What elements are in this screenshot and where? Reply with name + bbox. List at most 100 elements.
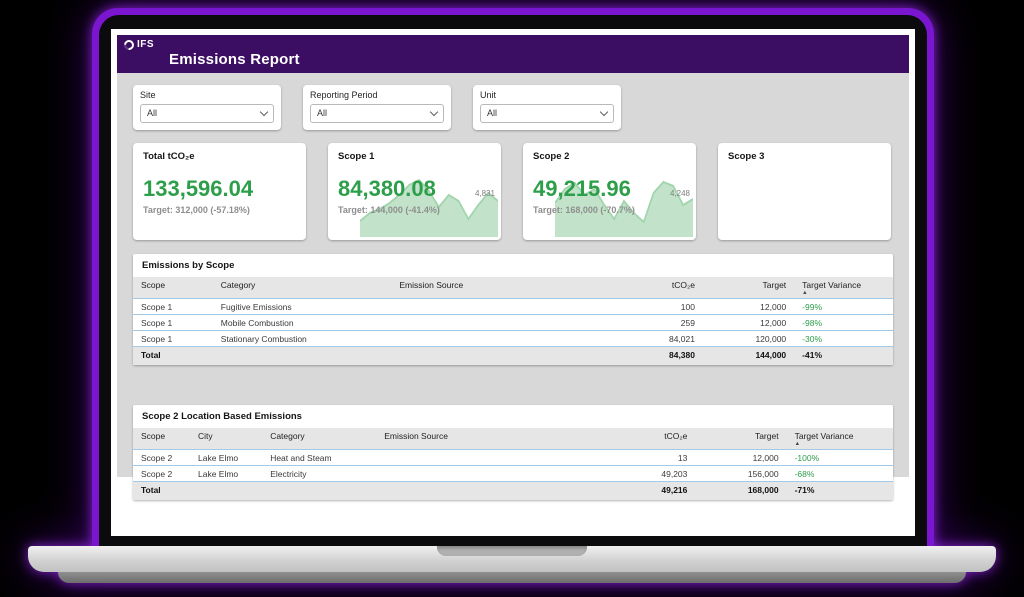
- table-row: Scope 1 Stationary Combustion 84,021 120…: [133, 331, 893, 347]
- total-variance: -41%: [794, 347, 893, 366]
- table-row: Scope 1 Fugitive Emissions 100 12,000 -9…: [133, 299, 893, 315]
- cell: 12,000: [703, 315, 794, 331]
- col-header-target-variance[interactable]: Target Variance ▲: [787, 428, 893, 450]
- cell: Scope 1: [133, 331, 213, 347]
- col-header-emission-source[interactable]: Emission Source: [391, 277, 604, 299]
- filter-site: Site All: [133, 85, 281, 130]
- table-row: Scope 2 Lake Elmo Heat and Steam 13 12,0…: [133, 450, 893, 466]
- kpi-title: Scope 2: [533, 151, 686, 162]
- laptop: IFS Emissions Report Site All: [0, 0, 1024, 597]
- cell: Scope 2: [133, 466, 190, 482]
- sort-ascending-icon: ▲: [795, 442, 885, 447]
- kpi-title: Scope 1: [338, 151, 491, 162]
- laptop-hinge-notch: [437, 546, 587, 556]
- cell: [391, 331, 604, 347]
- col-header-scope[interactable]: Scope: [133, 277, 213, 299]
- kpi-target: Target: 312,000 (-57.18%): [143, 205, 296, 215]
- cell: -99%: [794, 299, 893, 315]
- total-tco2e: 49,216: [597, 482, 696, 501]
- kpi-value: 49,215.96: [533, 176, 686, 202]
- kpi-scope1: Scope 1 84,380.08 Target: 144,000 (-41.4…: [328, 143, 501, 240]
- filter-label: Site: [140, 90, 274, 100]
- cell: Mobile Combustion: [213, 315, 392, 331]
- filter-reporting-period: Reporting Period All: [303, 85, 451, 130]
- panel-title: Scope 2 Location Based Emissions: [133, 411, 893, 428]
- table-row: Scope 1 Mobile Combustion 259 12,000 -98…: [133, 315, 893, 331]
- kpi-value: 133,596.04: [143, 176, 296, 202]
- kpi-target: Target: 168,000 (-70.7%): [533, 205, 686, 215]
- cell: Scope 2: [133, 450, 190, 466]
- col-header-target[interactable]: Target: [703, 277, 794, 299]
- col-header-tco2e[interactable]: tCO₂e: [604, 277, 703, 299]
- col-header-category[interactable]: Category: [213, 277, 392, 299]
- dropdown-value: All: [487, 108, 497, 118]
- col-header-tco2e[interactable]: tCO₂e: [597, 428, 696, 450]
- cell: -68%: [787, 466, 893, 482]
- page-title: Emissions Report: [169, 51, 300, 68]
- ifs-logo-icon: [122, 37, 136, 51]
- cell: Scope 1: [133, 299, 213, 315]
- cell: [376, 466, 596, 482]
- scope2-location-table: Scope City Category Emission Source tCO₂…: [133, 428, 893, 500]
- kpi-total-tco2e: Total tCO₂e 133,596.04 Target: 312,000 (…: [133, 143, 306, 240]
- sparkline-value-label: 4,248: [670, 189, 690, 198]
- cell: [391, 315, 604, 331]
- sparkline-value-label: 4,831: [475, 189, 495, 198]
- cell: 84,021: [604, 331, 703, 347]
- chevron-down-icon: [260, 107, 268, 115]
- panel-title: Emissions by Scope: [133, 260, 893, 277]
- col-header-target-variance[interactable]: Target Variance ▲: [794, 277, 893, 299]
- kpi-title: Scope 3: [728, 151, 881, 162]
- filter-bar: Site All Reporting Period All: [133, 85, 893, 130]
- cell: Lake Elmo: [190, 466, 262, 482]
- filter-unit: Unit All: [473, 85, 621, 130]
- total-label: Total: [133, 347, 604, 366]
- kpi-target: Target: 144,000 (-41.4%): [338, 205, 491, 215]
- filter-label: Reporting Period: [310, 90, 444, 100]
- cell: [376, 450, 596, 466]
- dropdown-value: All: [147, 108, 157, 118]
- dropdown-value: All: [317, 108, 327, 118]
- emissions-by-scope-panel: Emissions by Scope Scope Category: [133, 254, 893, 365]
- cell: 12,000: [703, 299, 794, 315]
- total-row: Total 49,216 168,000 -71%: [133, 482, 893, 501]
- total-label: Total: [133, 482, 597, 501]
- cell: -100%: [787, 450, 893, 466]
- unit-dropdown[interactable]: All: [480, 104, 614, 123]
- cell: 13: [597, 450, 696, 466]
- laptop-bezel: IFS Emissions Report Site All: [99, 15, 927, 546]
- cell: Fugitive Emissions: [213, 299, 392, 315]
- kpi-row: Total tCO₂e 133,596.04 Target: 312,000 (…: [133, 143, 893, 240]
- cell: Heat and Steam: [262, 450, 376, 466]
- filter-label: Unit: [480, 90, 614, 100]
- total-target: 168,000: [695, 482, 786, 501]
- col-header-emission-source[interactable]: Emission Source: [376, 428, 596, 450]
- table-row: Scope 2 Lake Elmo Electricity 49,203 156…: [133, 466, 893, 482]
- dashboard-body: Site All Reporting Period All: [117, 73, 909, 477]
- laptop-mockup: IFS Emissions Report Site All: [0, 0, 1024, 597]
- total-row: Total 84,380 144,000 -41%: [133, 347, 893, 366]
- ifs-logo: IFS: [124, 39, 154, 50]
- laptop-screen-frame: IFS Emissions Report Site All: [92, 8, 934, 546]
- kpi-title: Total tCO₂e: [143, 151, 296, 162]
- reporting-period-dropdown[interactable]: All: [310, 104, 444, 123]
- sort-ascending-icon: ▲: [802, 291, 885, 296]
- cell: 120,000: [703, 331, 794, 347]
- total-target: 144,000: [703, 347, 794, 366]
- cell: Lake Elmo: [190, 450, 262, 466]
- col-header-target[interactable]: Target: [695, 428, 786, 450]
- cell: [391, 299, 604, 315]
- col-header-scope[interactable]: Scope: [133, 428, 190, 450]
- laptop-base-edge: [58, 572, 966, 583]
- kpi-value: 84,380.08: [338, 176, 491, 202]
- column-label: Target Variance: [795, 431, 854, 441]
- col-header-city[interactable]: City: [190, 428, 262, 450]
- col-header-category[interactable]: Category: [262, 428, 376, 450]
- cell: 12,000: [695, 450, 786, 466]
- cell: -98%: [794, 315, 893, 331]
- laptop-base: [28, 546, 996, 572]
- chevron-down-icon: [430, 107, 438, 115]
- cell: 156,000: [695, 466, 786, 482]
- app-header: IFS Emissions Report: [117, 35, 909, 73]
- site-dropdown[interactable]: All: [140, 104, 274, 123]
